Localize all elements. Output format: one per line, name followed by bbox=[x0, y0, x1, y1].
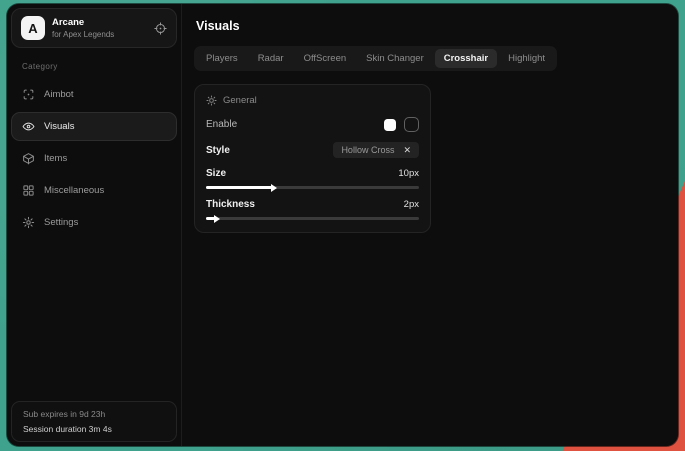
size-slider-fill bbox=[206, 186, 272, 189]
app-title: Arcane bbox=[52, 17, 114, 28]
visuals-icon bbox=[22, 120, 35, 133]
general-icon bbox=[206, 95, 217, 106]
items-icon bbox=[22, 152, 35, 165]
tab-players[interactable]: Players bbox=[197, 49, 247, 68]
thickness-slider-fill bbox=[206, 217, 215, 220]
size-slider[interactable] bbox=[206, 186, 419, 189]
sidebar-item-label: Visuals bbox=[44, 121, 74, 132]
app-subtitle: for Apex Legends bbox=[52, 30, 114, 39]
sidebar-item-label: Items bbox=[44, 153, 67, 164]
sidebar-item-label: Aimbot bbox=[44, 89, 74, 100]
panel-title: General bbox=[223, 95, 257, 106]
size-row: Size 10px bbox=[206, 168, 419, 179]
session-duration-text: Session duration 3m 4s bbox=[23, 424, 165, 434]
target-icon[interactable] bbox=[154, 22, 167, 35]
thickness-value: 2px bbox=[404, 199, 419, 210]
thickness-row: Thickness 2px bbox=[206, 199, 419, 210]
enable-checkbox[interactable] bbox=[404, 117, 419, 132]
style-label: Style bbox=[206, 145, 230, 156]
style-value: Hollow Cross bbox=[341, 145, 394, 155]
enable-row: Enable bbox=[206, 117, 419, 132]
general-panel: General Enable Style Hollow Cross ✕ Size… bbox=[194, 84, 431, 233]
size-label: Size bbox=[206, 168, 226, 179]
enable-label: Enable bbox=[206, 119, 237, 130]
app-titles: Arcane for Apex Legends bbox=[52, 17, 114, 39]
tab-radar[interactable]: Radar bbox=[249, 49, 293, 68]
app-logo: A bbox=[21, 16, 45, 40]
miscellaneous-icon bbox=[22, 184, 35, 197]
enable-controls bbox=[384, 117, 419, 132]
sidebar-item-miscellaneous[interactable]: Miscellaneous bbox=[11, 176, 177, 205]
style-dropdown[interactable]: Hollow Cross ✕ bbox=[333, 142, 419, 158]
tab-offscreen[interactable]: OffScreen bbox=[295, 49, 356, 68]
visuals-tabbar: Players Radar OffScreen Skin Changer Cro… bbox=[194, 46, 557, 71]
tab-highlight[interactable]: Highlight bbox=[499, 49, 554, 68]
main-content: Visuals Players Radar OffScreen Skin Cha… bbox=[182, 4, 678, 446]
clear-style-icon[interactable]: ✕ bbox=[403, 146, 411, 155]
style-row: Style Hollow Cross ✕ bbox=[206, 142, 419, 158]
tab-skin-changer[interactable]: Skin Changer bbox=[357, 49, 433, 68]
category-label: Category bbox=[22, 62, 177, 71]
sidebar-item-aimbot[interactable]: Aimbot bbox=[11, 80, 177, 109]
sidebar-item-visuals[interactable]: Visuals bbox=[11, 112, 177, 141]
sidebar-item-label: Miscellaneous bbox=[44, 185, 104, 196]
page-title: Visuals bbox=[196, 19, 666, 33]
settings-icon bbox=[22, 216, 35, 229]
sub-expires-text: Sub expires in 9d 23h bbox=[23, 409, 165, 419]
thickness-slider[interactable] bbox=[206, 217, 419, 220]
aimbot-icon bbox=[22, 88, 35, 101]
panel-header: General bbox=[206, 95, 419, 106]
subscription-info-card: Sub expires in 9d 23h Session duration 3… bbox=[11, 401, 177, 442]
thickness-slider-thumb[interactable] bbox=[214, 215, 220, 223]
sidebar: A Arcane for Apex Legends Category bbox=[7, 4, 182, 446]
size-slider-thumb[interactable] bbox=[271, 184, 277, 192]
sidebar-item-items[interactable]: Items bbox=[11, 144, 177, 173]
color-swatch[interactable] bbox=[384, 119, 396, 131]
sidebar-item-settings[interactable]: Settings bbox=[11, 208, 177, 237]
sidebar-item-label: Settings bbox=[44, 217, 78, 228]
thickness-label: Thickness bbox=[206, 199, 255, 210]
app-header-card: A Arcane for Apex Legends bbox=[11, 8, 177, 48]
size-value: 10px bbox=[398, 168, 419, 179]
tab-crosshair[interactable]: Crosshair bbox=[435, 49, 497, 68]
app-window: A Arcane for Apex Legends Category bbox=[7, 4, 678, 446]
